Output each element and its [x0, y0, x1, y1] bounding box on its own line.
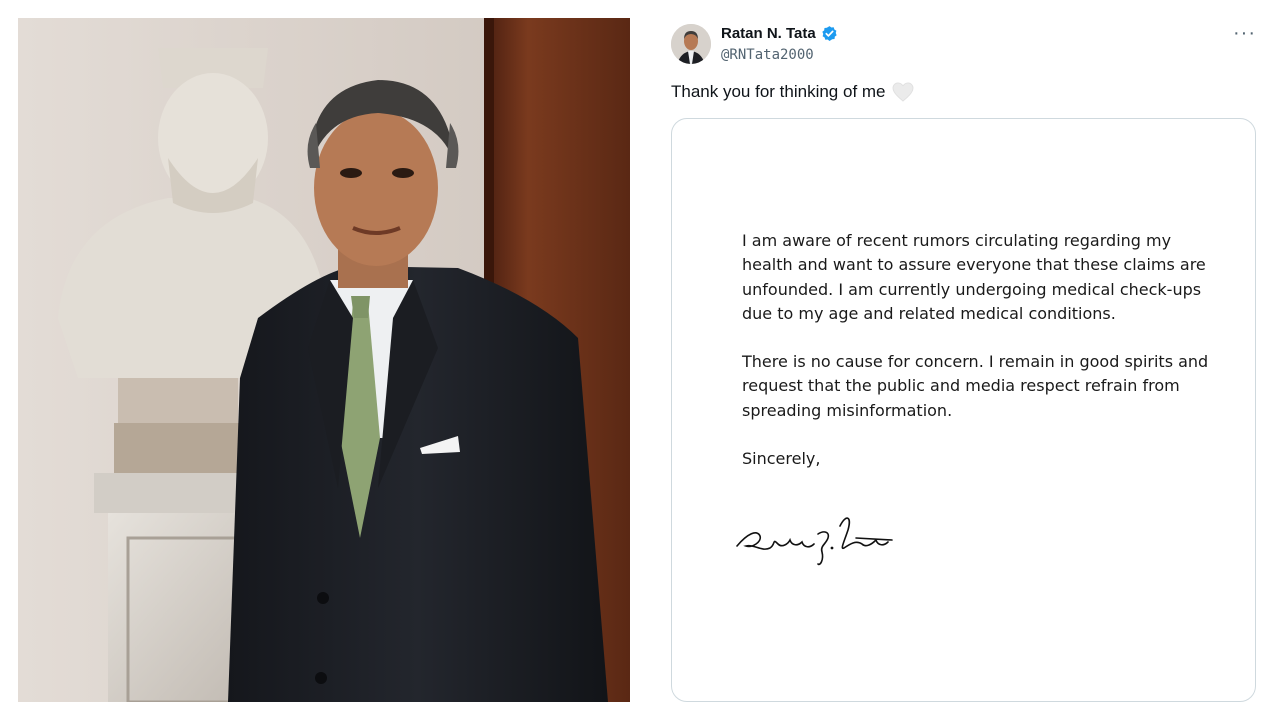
letter-paragraph-1: I am aware of recent rumors circulating … [742, 231, 1206, 323]
handwritten-signature [736, 517, 893, 566]
portrait-illustration [18, 18, 630, 702]
avatar[interactable] [671, 24, 711, 64]
user-handle[interactable]: @RNTata2000 [721, 47, 814, 63]
verified-badge-icon [821, 25, 838, 42]
tweet-body: Thank you for thinking of me [671, 82, 886, 101]
avatar-image [671, 24, 711, 64]
display-name[interactable]: Ratan N. Tata [721, 25, 816, 42]
letter-closing: Sincerely, [742, 449, 821, 469]
tweet-text: Thank you for thinking of me [671, 82, 914, 102]
white-heart-icon [892, 82, 914, 102]
letter-body: I am aware of recent rumors circulating … [742, 229, 1212, 495]
letter-image-card[interactable]: I am aware of recent rumors circulating … [671, 118, 1256, 702]
tweet-card: Ratan N. Tata @RNTata2000 ··· Thank you … [656, 0, 1280, 720]
letter-paragraph-2: There is no cause for concern. I remain … [742, 352, 1209, 420]
portrait-photo [18, 18, 630, 702]
author-name-row: Ratan N. Tata [721, 25, 838, 42]
more-options-icon[interactable]: ··· [1233, 22, 1256, 45]
